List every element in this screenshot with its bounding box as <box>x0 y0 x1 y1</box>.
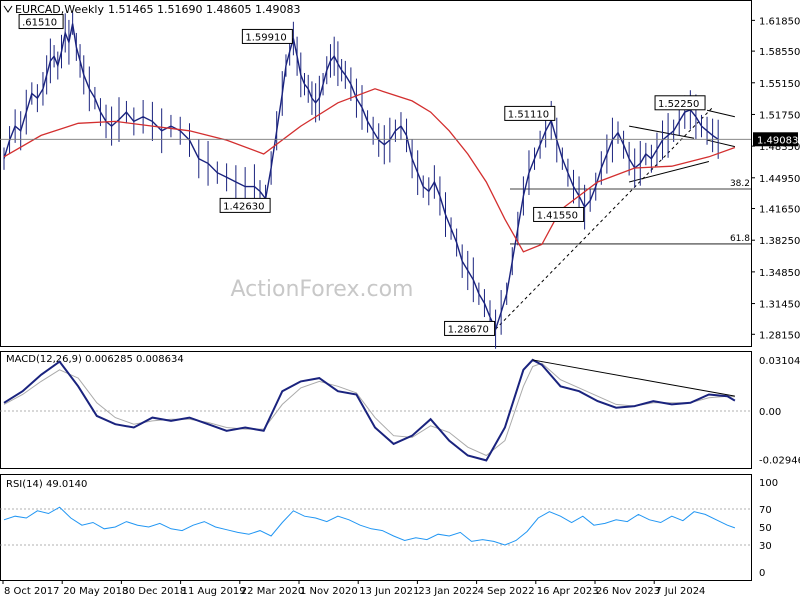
price-tick-label: 1.51750 <box>759 110 800 121</box>
trend-lines <box>495 107 735 330</box>
rsi-tick-label: 100 <box>759 478 778 489</box>
pivot-label: 1.52250 <box>658 99 699 110</box>
price-tick-label: 1.55150 <box>759 79 800 90</box>
macd-label: MACD(12,26,9) 0.006285 0.008634 <box>6 354 184 365</box>
eurcad-weekly-chart: ActionForex.com EURCAD,Weekly 1.51465 1.… <box>0 0 800 600</box>
moving-average-line <box>3 88 736 253</box>
price-tick-label: 1.44950 <box>759 174 800 185</box>
fib-level-label: 61.8 <box>730 234 750 244</box>
ohlc-values: 1.51465 1.51690 1.48605 1.49083 <box>108 3 300 16</box>
rsi-label: RSI(14) 49.0140 <box>6 479 87 490</box>
pivot-label: .61510 <box>22 18 57 29</box>
x-axis: 8 Oct 2017 20 May 201830 Dec 201811 Aug 2… <box>2 580 705 597</box>
macd-tick-label: -0.029469 <box>759 456 800 467</box>
macd-divergence-line <box>532 359 735 397</box>
rising-trendline-dashed <box>495 107 713 330</box>
price-tick-label: 1.41650 <box>759 205 800 216</box>
rsi-tick-label: 30 <box>759 541 772 552</box>
price-tick-label: 1.28150 <box>759 330 800 341</box>
channel-lower-line <box>706 139 735 148</box>
current-price-marker: 1.49083 <box>0 132 798 147</box>
macd-signal-line <box>3 362 735 457</box>
x-tick-label: 1 Nov 2020 <box>300 586 358 597</box>
x-tick-label: 4 Sep 2022 <box>478 586 535 597</box>
price-tick-label: 1.61850 <box>759 16 800 27</box>
price-tick-label: 1.58550 <box>759 47 800 58</box>
price-tick-label: 1.38250 <box>759 236 800 247</box>
x-tick-label: 30 Dec 2018 <box>122 586 186 597</box>
x-tick-label: 22 Mar 2020 <box>241 586 304 597</box>
pivot-label: 1.28670 <box>448 324 489 335</box>
rsi-line <box>3 506 736 546</box>
chart-svg: ActionForex.com EURCAD,Weekly 1.51465 1.… <box>0 0 800 597</box>
fib-level-label: 38.2 <box>730 179 750 189</box>
chevron-down-icon <box>3 5 13 13</box>
moving-average-layer <box>3 88 736 253</box>
watermark: ActionForex.com <box>231 277 414 302</box>
x-tick-label: 13 Jun 2021 <box>359 586 419 597</box>
rsi-tick-label: 50 <box>759 523 772 534</box>
channel-upper-line <box>706 109 735 118</box>
rsi-layer: 100 70 50 30 0 <box>0 478 778 579</box>
price-tick-label: 1.31450 <box>759 300 800 311</box>
price-tick-label: 1.34850 <box>759 268 800 279</box>
current-price-label: 1.49083 <box>757 135 798 146</box>
pivot-label: 1.51110 <box>508 109 549 120</box>
pivot-label: 1.59910 <box>245 32 286 43</box>
rsi-tick-label: 70 <box>759 505 772 516</box>
macd-tick-label: 0.00 <box>759 407 781 418</box>
x-tick-label: 26 Nov 2023 <box>596 586 660 597</box>
triangle-lower-line <box>629 161 710 183</box>
rsi-tick-label: 0 <box>759 568 765 579</box>
macd-layer: 0.031048 0.00 -0.029469 <box>0 356 800 467</box>
x-tick-label: 7 Jul 2024 <box>655 586 705 597</box>
x-tick-label: 8 Oct 2017 <box>4 586 59 597</box>
x-tick-label: 16 Apr 2023 <box>537 586 599 597</box>
macd-tick-label: 0.031048 <box>759 356 800 367</box>
x-tick-label: 20 May 2018 <box>63 586 128 597</box>
pivot-label: 1.41550 <box>537 210 578 221</box>
x-tick-label: 11 Aug 2019 <box>182 586 246 597</box>
macd-panel-frame <box>0 351 752 469</box>
price-y-axis: 1.618501.585501.551501.517501.483501.449… <box>751 16 800 341</box>
x-tick-label: 23 Jan 2022 <box>418 586 478 597</box>
pivot-label: 1.42630 <box>223 201 264 212</box>
